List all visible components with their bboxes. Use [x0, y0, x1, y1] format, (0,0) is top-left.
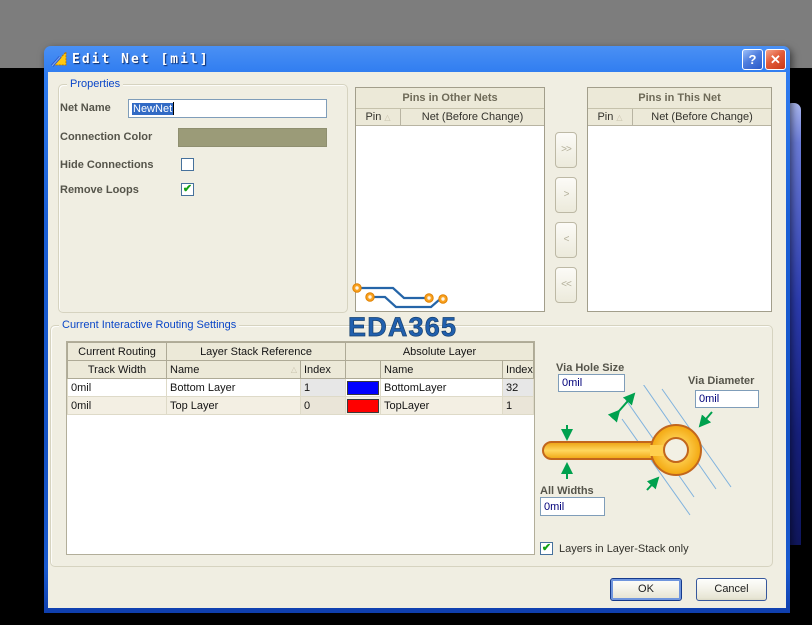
via-hole-shape — [663, 437, 689, 463]
layers-in-stack-checkbox[interactable]: ✔ — [540, 542, 553, 555]
ref-index-cell[interactable]: 1 — [299, 378, 347, 397]
pins-other-nets-columns: Pin △ Net (Before Change) — [356, 109, 544, 126]
pins-other-nets-title: Pins in Other Nets — [356, 88, 544, 109]
current-routing-header: Current Routing — [67, 342, 167, 361]
desktop-background: Edit Net [mil] ? ✕ Properties Net Name N… — [0, 0, 812, 625]
net-column-header[interactable]: Net (Before Change) — [401, 109, 544, 125]
ref-name-cell[interactable]: Top Layer — [166, 396, 301, 415]
properties-group: Properties — [58, 78, 348, 313]
remove-loops-checkbox[interactable]: ✔ — [181, 183, 194, 196]
routing-settings-table: Current Routing Layer Stack Reference Ab… — [66, 341, 535, 555]
track-width-header: Track Width — [67, 360, 167, 379]
table-sub-header-row: Track Width Name △ Index Name Index — [67, 360, 534, 379]
track-width-cell[interactable]: 0mil — [67, 378, 167, 397]
abs-index-header: Index — [502, 360, 534, 379]
help-button[interactable]: ? — [742, 48, 763, 70]
edit-net-icon — [50, 50, 67, 67]
net-name-value: NewNet — [132, 102, 174, 115]
net-name-input[interactable]: NewNet — [128, 99, 327, 118]
properties-group-label: Properties — [67, 78, 124, 90]
layer-color-swatch — [347, 398, 380, 413]
edit-net-dialog: Edit Net [mil] ? ✕ Properties Net Name N… — [44, 46, 790, 613]
ref-name-cell[interactable]: Bottom Layer — [166, 378, 301, 397]
pins-this-net-panel: Pins in This Net Pin △ Net (Before Chang… — [587, 87, 772, 312]
layers-in-stack-label: Layers in Layer-Stack only — [559, 543, 689, 555]
move-right-button[interactable]: > — [555, 177, 577, 213]
table-row: 0mil Bottom Layer 1 BottomLayer 32 — [67, 378, 534, 397]
via-illustration — [542, 385, 732, 516]
track-shape — [542, 441, 669, 460]
pin-column-label: Pin — [597, 111, 614, 123]
layer-stack-reference-header: Layer Stack Reference — [165, 342, 347, 361]
abs-name-cell[interactable]: BottomLayer — [380, 378, 504, 397]
net-name-label: Net Name — [60, 102, 111, 114]
pin-column-header[interactable]: Pin △ — [356, 109, 401, 125]
cancel-button[interactable]: Cancel — [696, 578, 767, 601]
pins-this-net-list[interactable] — [588, 126, 771, 311]
title-bar[interactable]: Edit Net [mil] ? ✕ — [44, 46, 790, 72]
connection-color-label: Connection Color — [60, 131, 153, 143]
ref-index-cell[interactable]: 0 — [299, 396, 347, 415]
abs-index-cell[interactable]: 1 — [502, 396, 534, 415]
net-column-header[interactable]: Net (Before Change) — [633, 109, 771, 125]
ref-index-header: Index — [299, 360, 347, 379]
text-caret — [173, 102, 175, 115]
absolute-layer-header: Absolute Layer — [345, 342, 534, 361]
pins-this-net-title: Pins in This Net — [588, 88, 771, 109]
ref-name-header[interactable]: Name △ — [166, 360, 301, 379]
pins-other-nets-panel: Pins in Other Nets Pin △ Net (Before Cha… — [355, 87, 545, 312]
pin-column-header[interactable]: Pin △ — [588, 109, 633, 125]
hide-connections-label: Hide Connections — [60, 159, 154, 171]
pins-other-nets-list[interactable] — [356, 126, 544, 311]
routing-settings-group-label: Current Interactive Routing Settings — [59, 319, 240, 331]
abs-name-cell[interactable]: TopLayer — [380, 396, 504, 415]
ref-name-label: Name — [170, 363, 200, 376]
connection-color-swatch[interactable] — [178, 128, 327, 147]
abs-name-header: Name — [380, 360, 504, 379]
layer-color-cell[interactable] — [345, 378, 382, 397]
window-title: Edit Net [mil] — [72, 51, 210, 67]
layer-color-cell[interactable] — [345, 396, 382, 415]
via-hole-size-label: Via Hole Size — [556, 362, 625, 374]
dialog-client-area: Properties Net Name NewNet Connection Co… — [48, 72, 786, 608]
move-all-left-button[interactable]: << — [555, 267, 577, 303]
close-button[interactable]: ✕ — [765, 48, 786, 70]
hide-connections-checkbox[interactable] — [181, 158, 194, 171]
table-group-header-row: Current Routing Layer Stack Reference Ab… — [67, 342, 534, 361]
pins-this-net-columns: Pin △ Net (Before Change) — [588, 109, 771, 126]
abs-index-cell[interactable]: 32 — [502, 378, 534, 397]
sort-icon: △ — [290, 365, 297, 374]
ok-button[interactable]: OK — [610, 578, 682, 601]
sort-icon: △ — [384, 112, 391, 122]
remove-loops-label: Remove Loops — [60, 184, 139, 196]
layer-color-header — [345, 360, 382, 379]
pin-column-label: Pin — [365, 111, 382, 123]
move-left-button[interactable]: < — [555, 222, 577, 258]
track-width-cell[interactable]: 0mil — [67, 396, 167, 415]
sort-icon: △ — [616, 112, 623, 122]
move-all-right-button[interactable]: >> — [555, 132, 577, 168]
table-row: 0mil Top Layer 0 TopLayer 1 — [67, 396, 534, 415]
layer-color-swatch — [347, 380, 380, 395]
